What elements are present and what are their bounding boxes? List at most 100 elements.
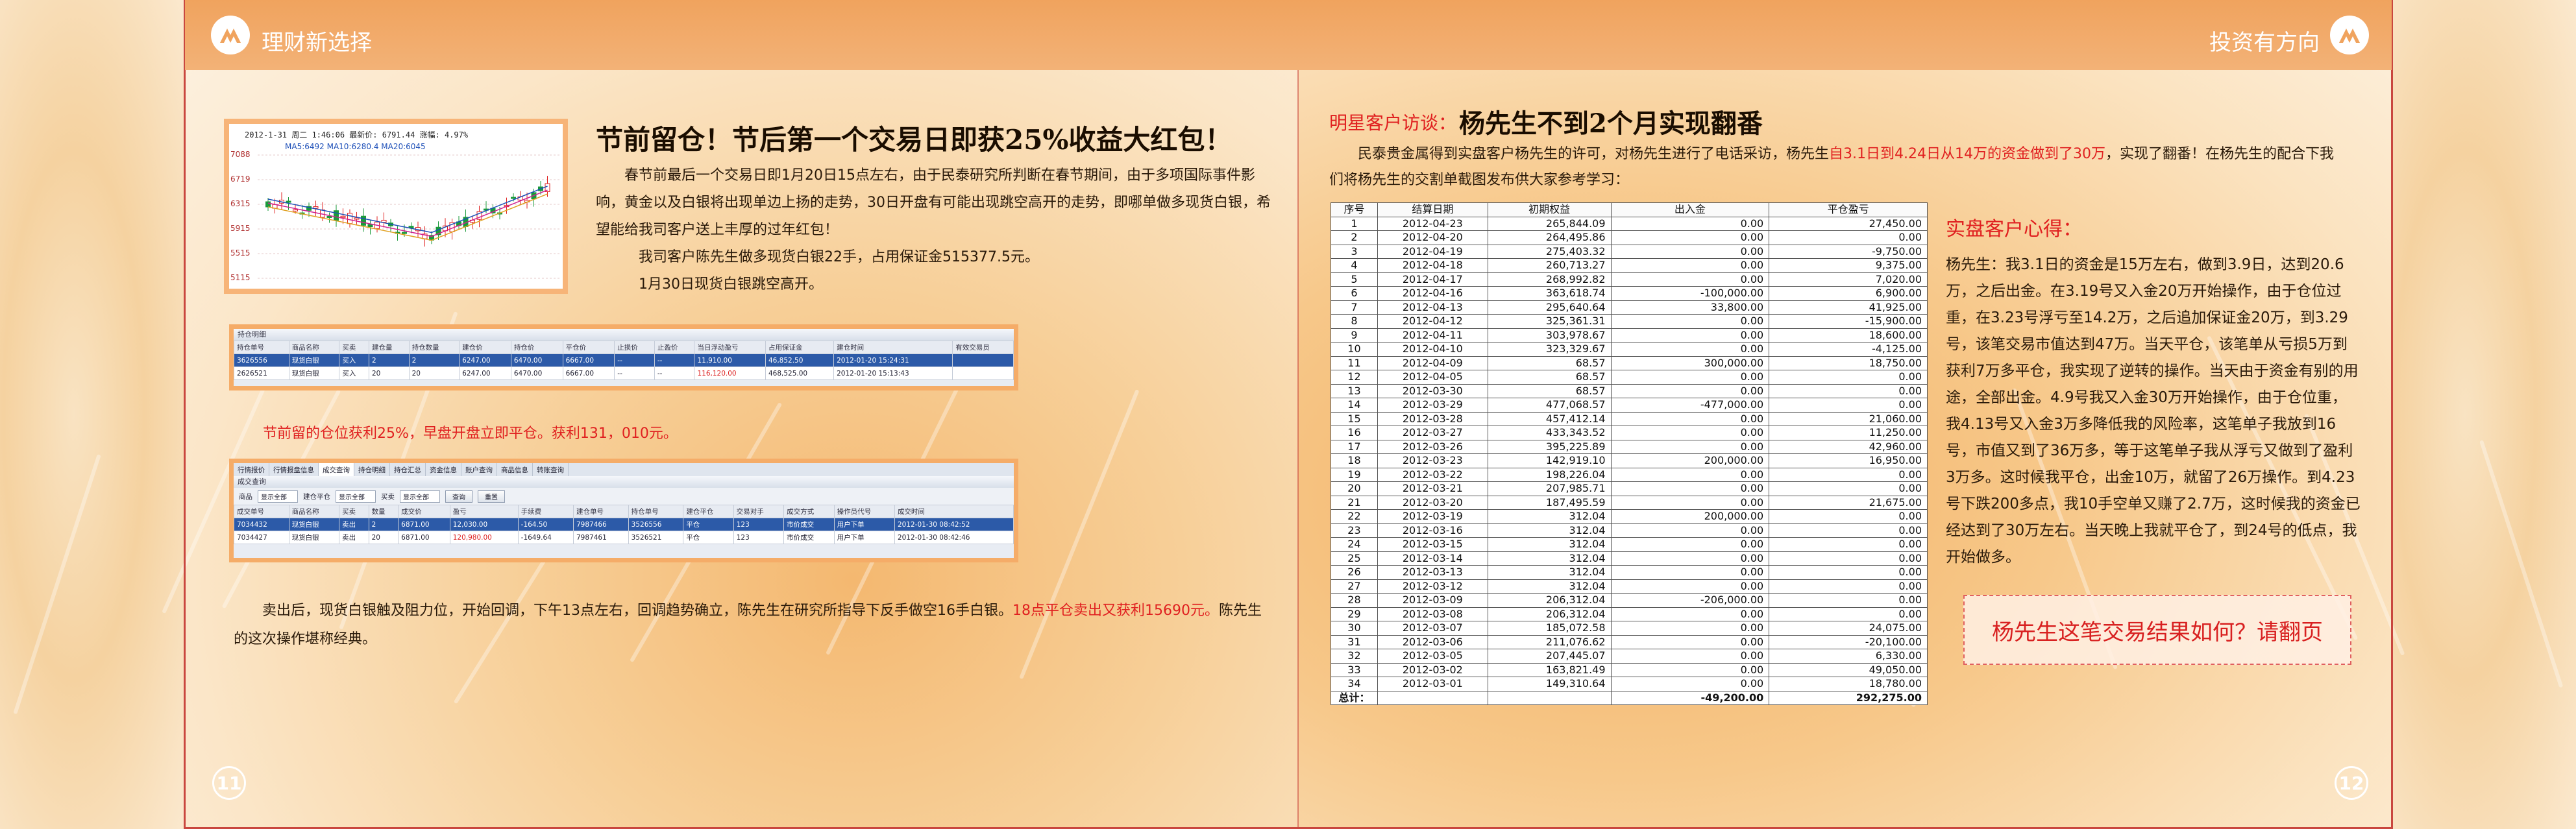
- deal-cell: -1649.64: [517, 531, 574, 544]
- settlement-cell: 2012-03-09: [1377, 593, 1488, 608]
- settlement-cell: 28: [1331, 593, 1378, 608]
- deal-cell: 平仓: [683, 518, 734, 531]
- deal-cell: 平仓: [683, 531, 734, 544]
- settlement-cell: 18: [1331, 453, 1378, 468]
- candlestick-plot: [258, 154, 560, 279]
- deal-cell: 123: [733, 518, 785, 531]
- closing-profit-highlight: 18点平仓卖出又获利15690元。: [1012, 603, 1219, 619]
- settlement-cell: 142,919.10: [1487, 453, 1612, 468]
- total-pnl: 292,275.00: [1769, 690, 1928, 705]
- settlement-cell: 2012-03-19: [1377, 509, 1488, 524]
- deal-tab[interactable]: 成交查询: [319, 463, 354, 476]
- settlement-cell: 31: [1331, 634, 1378, 649]
- settlement-row: 1 2012-04-23 265,844.09 0.00 27,450.00: [1331, 216, 1928, 231]
- settlement-cell: 0.00: [1610, 383, 1770, 398]
- deal-tab[interactable]: 行情报价: [234, 463, 269, 476]
- deal-cell: 7987466: [573, 518, 629, 531]
- candle-body: [293, 209, 298, 211]
- deal-column-header: 建仓单号: [573, 505, 629, 518]
- settlement-column-header: 初期权益: [1487, 202, 1612, 217]
- product-filter-select[interactable]: 显示全部: [258, 490, 298, 503]
- interview-title: 杨先生不到2个月实现翻番: [1459, 108, 1763, 139]
- position-cell: 46,852.50: [765, 354, 835, 367]
- page-number-right: 12: [2335, 766, 2368, 800]
- settlement-cell: 16: [1331, 426, 1378, 440]
- settlement-cell: 9,375.00: [1769, 258, 1928, 273]
- deal-tab[interactable]: 资金信息: [426, 463, 461, 476]
- buy-sell-filter-select[interactable]: 显示全部: [400, 490, 440, 503]
- settlement-cell: 395,225.89: [1487, 439, 1612, 454]
- settlement-cell: 200,000.00: [1610, 453, 1770, 468]
- query-button[interactable]: 查询: [445, 490, 472, 503]
- deal-tab[interactable]: 转账查询: [533, 463, 569, 476]
- position-row[interactable]: 2626521 现货白银 买入 20 20 6247.00 6470.00 6667.00 --…: [234, 366, 1014, 380]
- settlement-cell: 27,450.00: [1769, 216, 1928, 231]
- position-column-header: 持仓价: [510, 341, 563, 354]
- settlement-row: 28 2012-03-09 206,312.04 -206,000.00 0.00: [1331, 593, 1928, 608]
- position-cell: 2012-01-20 15:13:43: [833, 366, 953, 380]
- settlement-cell: 0.00: [1610, 244, 1770, 259]
- deal-panel: 行情报价 行情报盘信息 成交查询 持仓明细 持仓汇总 资金信息 账户查询 商品信息 转账查询 成…: [234, 463, 1014, 558]
- deal-panel-tabs: 行情报价 行情报盘信息 成交查询 持仓明细 持仓汇总 资金信息 账户查询 商品信息 转账查询: [234, 463, 1014, 476]
- deal-tab[interactable]: 商品信息: [497, 463, 533, 476]
- position-cell: 买入: [339, 366, 369, 380]
- settlement-cell: 2012-03-12: [1377, 579, 1488, 594]
- settlement-cell: 9: [1331, 328, 1378, 342]
- settlement-row: 15 2012-03-28 457,412.14 0.00 21,060.00: [1331, 411, 1928, 426]
- settlement-cell: 0.00: [1610, 607, 1770, 621]
- settlement-cell: 206,312.04: [1487, 593, 1612, 608]
- open-close-filter-select[interactable]: 显示全部: [336, 490, 376, 503]
- position-column-header: 止损价: [614, 341, 655, 354]
- settlement-cell: 268,992.82: [1487, 272, 1612, 287]
- position-cell: 6247.00: [459, 366, 511, 380]
- total-empty: [1377, 690, 1488, 705]
- deal-tab[interactable]: 账户查询: [461, 463, 497, 476]
- settlement-row: 31 2012-03-06 211,076.62 0.00 -20,100.00: [1331, 634, 1928, 649]
- settlement-row: 4 2012-04-18 260,713.27 0.00 9,375.00: [1331, 258, 1928, 273]
- chart-panel: 2012-1-31 周二 1:46:06 最新价: 6791.44 涨幅: 4.…: [229, 124, 563, 289]
- position-column-header: 建仓量: [368, 341, 410, 354]
- position-cell: 2: [368, 354, 410, 367]
- settlement-cell: 198,226.04: [1487, 467, 1612, 482]
- deal-tab[interactable]: 持仓汇总: [390, 463, 426, 476]
- deal-row[interactable]: 7034432 现货白银 卖出 2 6871.00 12,030.00 -164.50 798…: [234, 518, 1014, 531]
- settlement-cell: 19: [1331, 467, 1378, 482]
- settlement-cell: 2012-03-06: [1377, 634, 1488, 649]
- position-table: 持仓单号 商品名称 买卖 建仓量 持仓数量 建仓价 持仓价 平仓价 止损价 止盈价 当日浮动盈亏 占用…: [234, 341, 1014, 380]
- settlement-cell: 25: [1331, 551, 1378, 566]
- deal-tab[interactable]: 行情报盘信息: [269, 463, 319, 476]
- right-margin-background: [2391, 0, 2576, 829]
- deal-filter-bar: 商品 显示全部 建仓平仓 显示全部 买卖 显示全部 查询 重置: [234, 488, 1014, 505]
- settlement-cell: 0.00: [1769, 370, 1928, 385]
- position-cell: --: [654, 366, 695, 380]
- settlement-cell: 18,750.00: [1769, 355, 1928, 370]
- reset-button[interactable]: 重置: [478, 490, 505, 503]
- settlement-cell: 275,403.32: [1487, 244, 1612, 259]
- candle-body: [326, 215, 332, 218]
- position-column-header: 持仓数量: [408, 341, 460, 354]
- intro-highlight: 自3.1日到4.24日从14万的资金做到了30万: [1829, 146, 2105, 162]
- settlement-cell: 0.00: [1769, 537, 1928, 552]
- brand-logo-icon: [2330, 16, 2369, 54]
- settlement-cell: 0.00: [1610, 439, 1770, 454]
- deal-column-header: 买卖: [339, 505, 369, 518]
- deal-cell: 7034432: [234, 518, 289, 531]
- settlement-row: 34 2012-03-01 149,310.64 0.00 18,780.00: [1331, 677, 1928, 691]
- candle-body: [367, 224, 373, 228]
- deal-row[interactable]: 7034427 现货白银 卖出 20 6871.00 120,980.00 -1649.64…: [234, 531, 1014, 544]
- settlement-cell: 206,312.04: [1487, 607, 1612, 621]
- settlement-row: 12 2012-04-05 68.57 0.00 0.00: [1331, 370, 1928, 385]
- settlement-cell: 2012-03-26: [1377, 439, 1488, 454]
- deal-tab[interactable]: 持仓明细: [354, 463, 390, 476]
- settlement-cell: 0.00: [1769, 593, 1928, 608]
- settlement-cell: 0.00: [1769, 481, 1928, 496]
- settlement-cell: 0.00: [1610, 677, 1770, 691]
- settlement-cell: 2012-03-21: [1377, 481, 1488, 496]
- deal-column-header: 成交方式: [783, 505, 835, 518]
- settlement-cell: 2012-04-18: [1377, 258, 1488, 273]
- candle-body: [334, 210, 339, 221]
- position-cell: --: [614, 366, 655, 380]
- position-row[interactable]: 3626556 现货白银 买入 2 2 6247.00 6470.00 6667.00 -- --…: [234, 354, 1014, 367]
- deal-cell: 120,980.00: [449, 531, 519, 544]
- settlement-cell: 0.00: [1769, 467, 1928, 482]
